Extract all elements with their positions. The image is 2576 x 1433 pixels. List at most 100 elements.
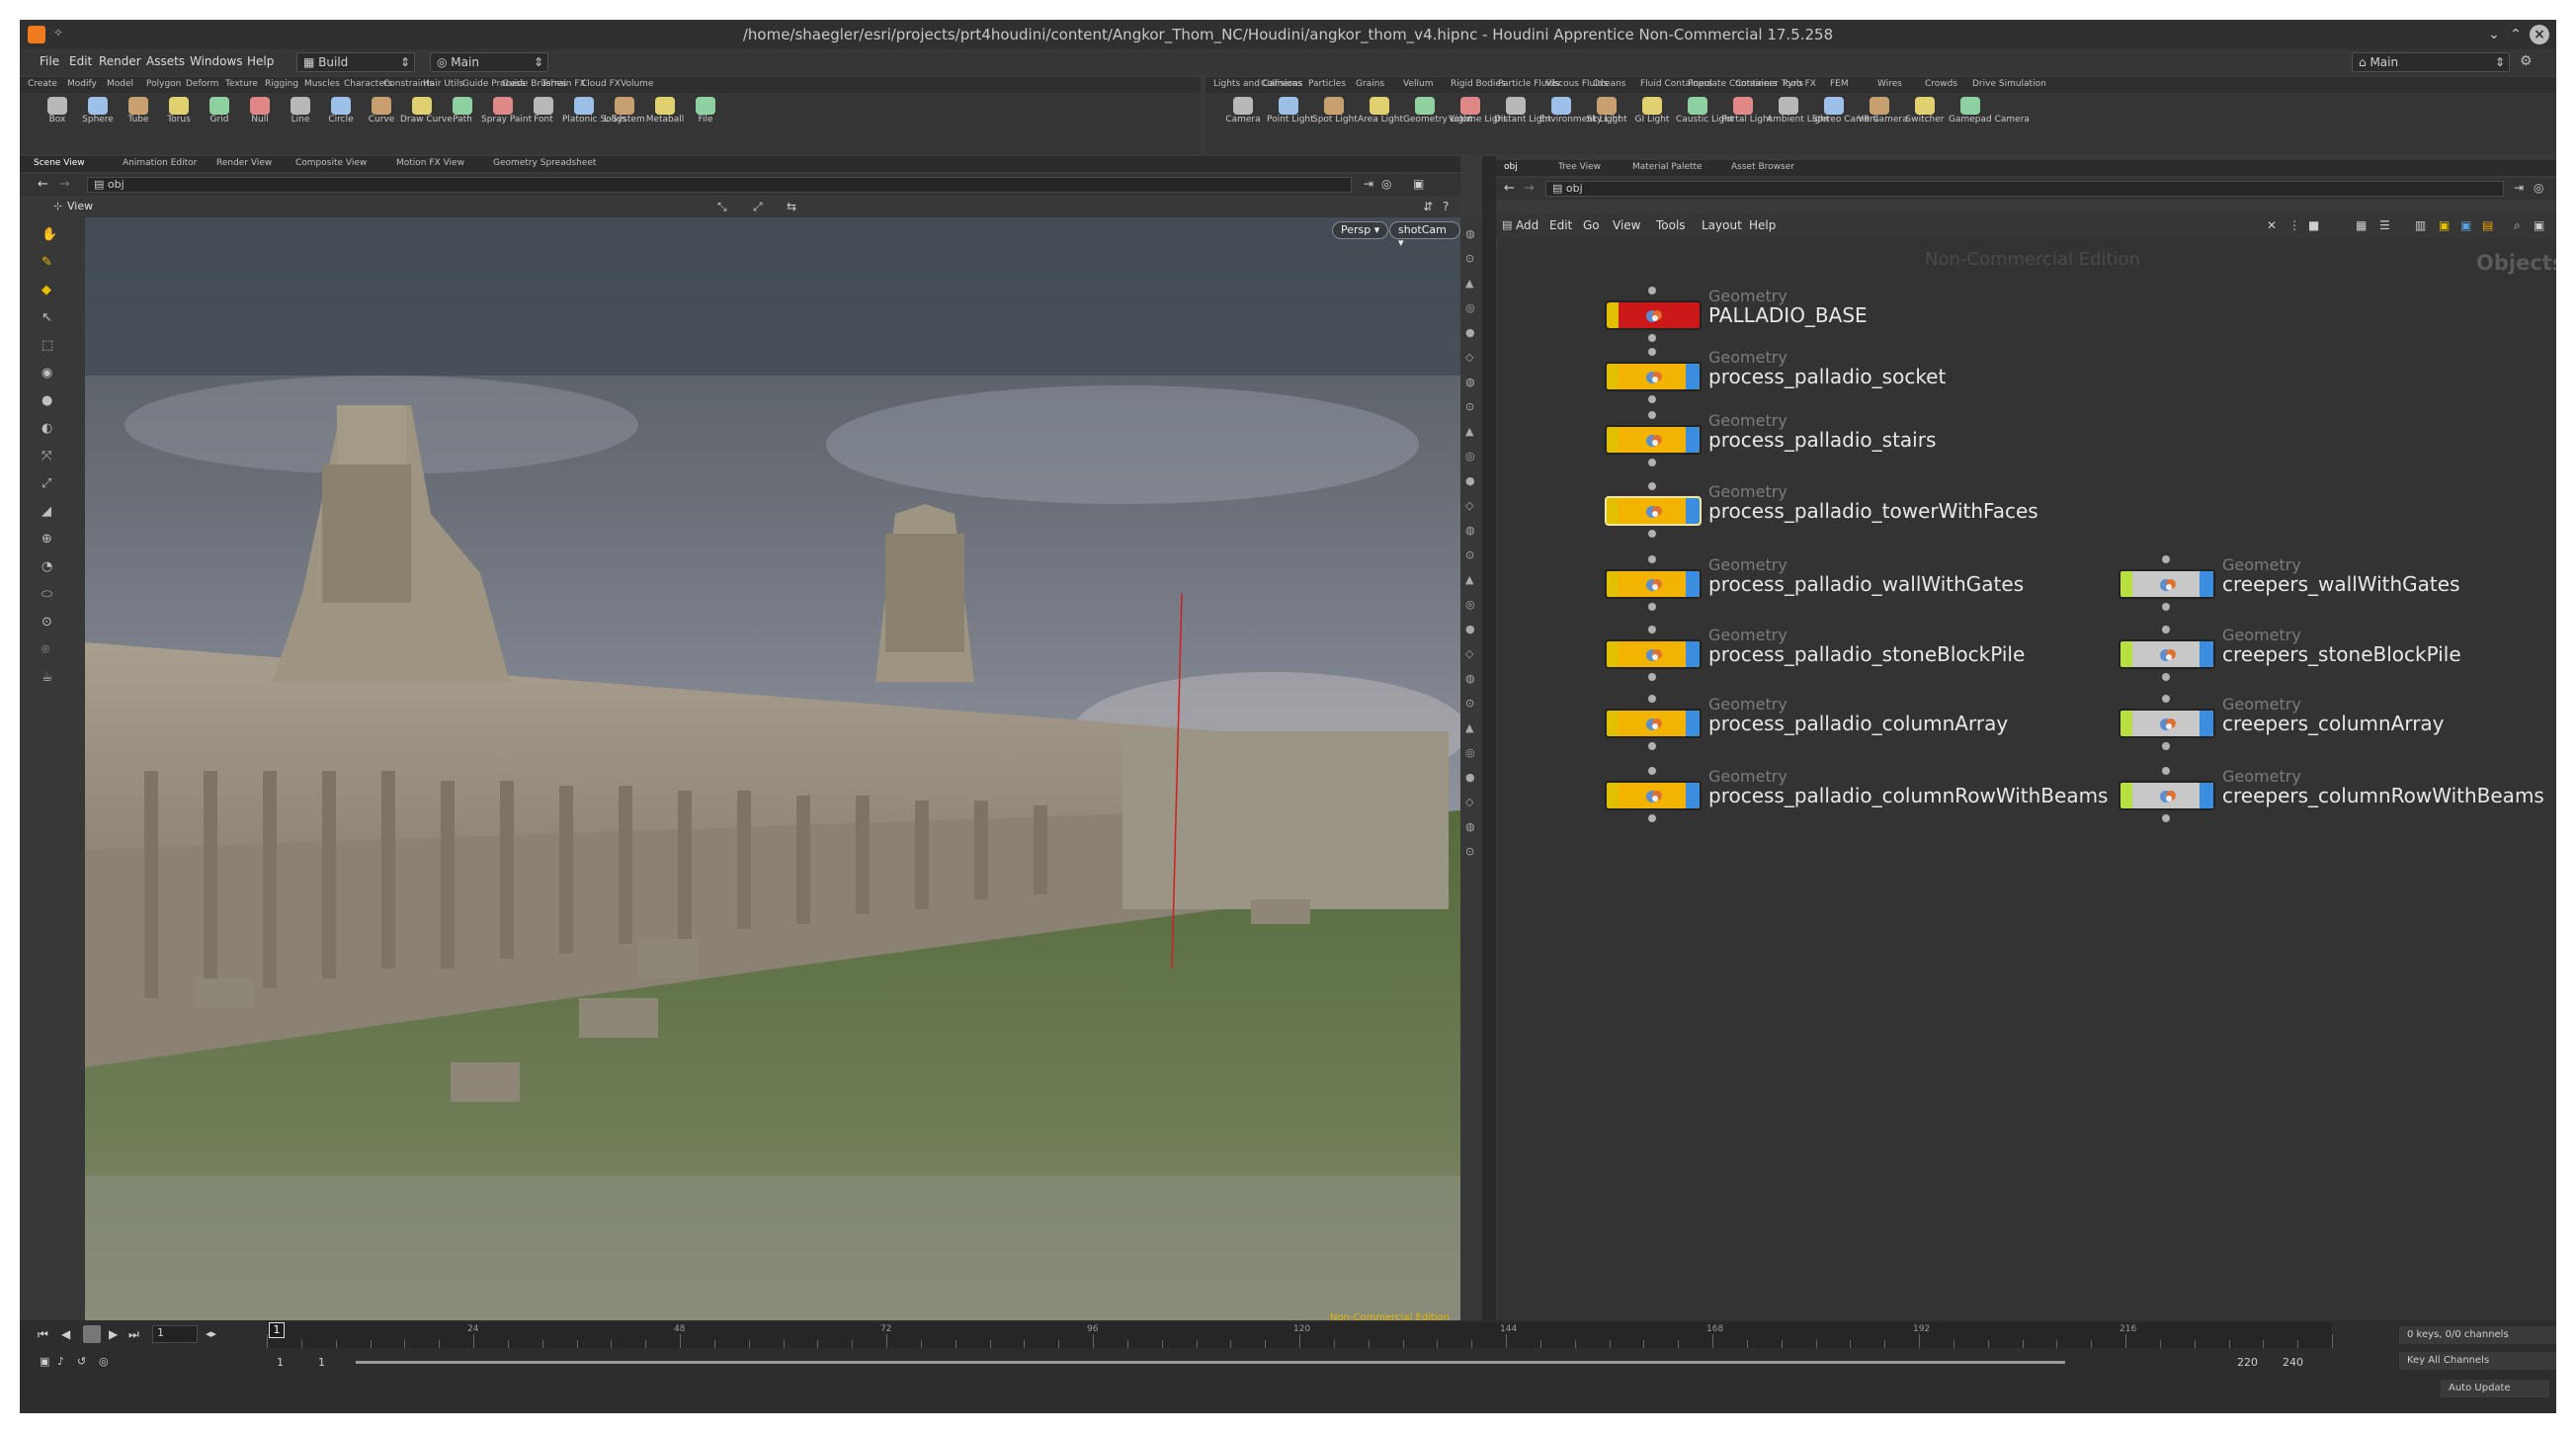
bypass-flag-icon[interactable] [2120, 711, 2132, 736]
node-output-pin[interactable] [1648, 742, 1656, 750]
node-process-palladio-socket[interactable]: Geometry process_palladio_socket [1605, 348, 2198, 407]
node-output-pin[interactable] [1648, 603, 1656, 611]
node-body[interactable] [1605, 425, 1702, 455]
display-flag-icon[interactable] [1686, 498, 1700, 524]
shelf-right-tab[interactable]: Pyro FX [1783, 79, 1816, 89]
display-option-icon[interactable]: ● [1465, 474, 1475, 487]
frame-field[interactable]: 1 [152, 1325, 198, 1343]
shelf-left-tool[interactable]: Curve [360, 97, 403, 125]
right-path-field[interactable]: ▤ obj [1545, 181, 2504, 197]
node-body[interactable] [1605, 781, 1702, 810]
node-body[interactable] [2119, 709, 2215, 738]
display-flag-icon[interactable] [1686, 783, 1700, 808]
display-flag-icon[interactable] [1686, 302, 1700, 328]
target-icon[interactable]: ◎ [99, 1355, 109, 1368]
display-flag-icon[interactable] [1686, 641, 1700, 667]
right-pane-tab[interactable]: Asset Browser [1731, 162, 1794, 172]
network-menu-item[interactable]: Edit [1549, 218, 1572, 232]
stop-icon[interactable] [83, 1325, 101, 1343]
shelf-left-tool[interactable]: Font [522, 97, 565, 125]
forward-arrow-icon[interactable]: → [59, 177, 70, 192]
viewport-tool-icon[interactable]: ● [42, 393, 52, 408]
range-start[interactable]: 1 [277, 1356, 284, 1369]
node-name-label[interactable]: process_palladio_columnArray [1708, 712, 2008, 735]
display-option-icon[interactable]: ⊙ [1465, 548, 1474, 561]
display-option-icon[interactable]: ⊙ [1465, 845, 1474, 858]
node-name-label[interactable]: creepers_columnRowWithBeams [2222, 784, 2544, 807]
node-name-label[interactable]: process_palladio_wallWithGates [1708, 572, 2024, 596]
layout-icon[interactable]: ▣ [1413, 177, 1424, 191]
shelf-right-tool[interactable]: Volume Light [1449, 97, 1507, 125]
bypass-flag-icon[interactable] [1607, 302, 1619, 328]
shelf-left-tool[interactable]: Torus [157, 97, 201, 125]
node-input-pin[interactable] [1648, 626, 1656, 633]
shelf-right-tool[interactable]: Caustic Light [1676, 97, 1734, 125]
grid-icon[interactable]: ▦ [2356, 218, 2367, 232]
viewport-tool-icon[interactable]: ⤧ [42, 449, 51, 464]
node-output-pin[interactable] [1648, 673, 1656, 681]
key-all-channels-button[interactable]: Key All Channels [2399, 1352, 2556, 1370]
display-option-icon[interactable]: ▲ [1465, 573, 1473, 586]
bypass-flag-icon[interactable] [1607, 364, 1619, 389]
step-back-icon[interactable]: ◀ [61, 1327, 70, 1341]
viewport-tool-icon[interactable]: ⬭ [42, 587, 52, 602]
tree-icon[interactable]: ⋮ [2288, 218, 2300, 232]
menu-file[interactable]: File [40, 54, 59, 68]
shelf-right-tab[interactable]: Grains [1356, 79, 1384, 89]
node-output-pin[interactable] [1648, 334, 1656, 342]
display-option-icon[interactable]: ◍ [1465, 376, 1475, 388]
shelf-right-tool[interactable]: Point Light [1267, 97, 1314, 125]
display-flag-icon[interactable] [1686, 427, 1700, 453]
bypass-flag-icon[interactable] [1607, 783, 1619, 808]
image-icon[interactable]: ▣ [2460, 218, 2471, 232]
pin-icon[interactable]: ⇥ [2514, 181, 2524, 195]
network-menu-item[interactable]: View [1613, 218, 1640, 232]
tools-icon[interactable]: ✕ [2267, 218, 2277, 232]
shelf-right-tool[interactable]: Ambient Light [1767, 97, 1829, 125]
display-option-icon[interactable]: ⊙ [1465, 697, 1474, 710]
shelf-left-tool[interactable]: L-System [603, 97, 646, 125]
display-option-icon[interactable]: ● [1465, 326, 1475, 339]
node-name-label[interactable]: creepers_wallWithGates [2222, 572, 2460, 596]
auto-update-button[interactable]: Auto Update [2441, 1380, 2549, 1397]
search-icon[interactable]: ⌕ [2514, 218, 2521, 233]
network-editor[interactable]: Non-Commercial Edition Objects Geometry P… [1498, 239, 2556, 1342]
node-input-pin[interactable] [2162, 695, 2170, 703]
range-start-2[interactable]: 1 [318, 1356, 325, 1369]
shelf-left-tab[interactable]: Cloud FX [581, 79, 621, 89]
link-icon[interactable]: ◎ [2534, 181, 2543, 195]
jump-end-icon[interactable]: ⏭ [128, 1327, 139, 1342]
bypass-flag-icon[interactable] [2120, 783, 2132, 808]
shelf-left-tool[interactable]: Platonic Solids [562, 97, 626, 125]
node-output-pin[interactable] [1648, 459, 1656, 466]
node-creepers-stoneblockpile[interactable]: Geometry creepers_stoneBlockPile [2119, 626, 2556, 685]
timeline-ruler[interactable]: 1 24 48 72 96 120 144 168 192 216 [267, 1322, 2333, 1348]
node-output-pin[interactable] [2162, 742, 2170, 750]
left-pane-tab[interactable]: Animation Editor [123, 158, 197, 168]
shelf-right-tool[interactable]: Stereo Camera [1812, 97, 1879, 125]
display-option-icon[interactable]: ⊙ [1465, 400, 1474, 413]
viewport-tool-icon[interactable]: ◔ [42, 559, 52, 574]
right-context-selector[interactable]: ⌂ Main ⇕ [2352, 52, 2510, 72]
viewport-tool-icon[interactable]: ⊕ [42, 532, 52, 547]
node-input-pin[interactable] [1648, 695, 1656, 703]
persp-menu-button[interactable]: Persp ▾ [1332, 221, 1389, 239]
node-palladio-base[interactable]: Geometry PALLADIO_BASE [1605, 287, 2198, 346]
bypass-flag-icon[interactable] [2120, 571, 2132, 597]
bypass-flag-icon[interactable] [1607, 498, 1619, 524]
right-pane-tab[interactable]: Tree View [1558, 162, 1601, 172]
display-option-icon[interactable]: ◍ [1465, 672, 1475, 685]
audio-icon[interactable]: ♪ [57, 1355, 64, 1368]
bypass-flag-icon[interactable] [1607, 571, 1619, 597]
node-process-palladio-wallwithgates[interactable]: Geometry process_palladio_wallWithGates [1605, 555, 2198, 615]
close-button[interactable]: × [2530, 25, 2549, 44]
network-menu-item[interactable]: Add [1516, 218, 1538, 232]
menu-assets[interactable]: Assets [146, 54, 185, 68]
left-pane-tab[interactable]: Render View [216, 158, 272, 168]
bypass-flag-icon[interactable] [1607, 427, 1619, 453]
node-body[interactable] [1605, 362, 1702, 391]
shelf-right-tab[interactable]: Collisions [1261, 79, 1302, 89]
current-frame-marker[interactable]: 1 [269, 1322, 285, 1338]
shelf-right-tool[interactable]: Spot Light [1312, 97, 1358, 125]
shelf-right-tab[interactable]: FEM [1830, 79, 1849, 89]
